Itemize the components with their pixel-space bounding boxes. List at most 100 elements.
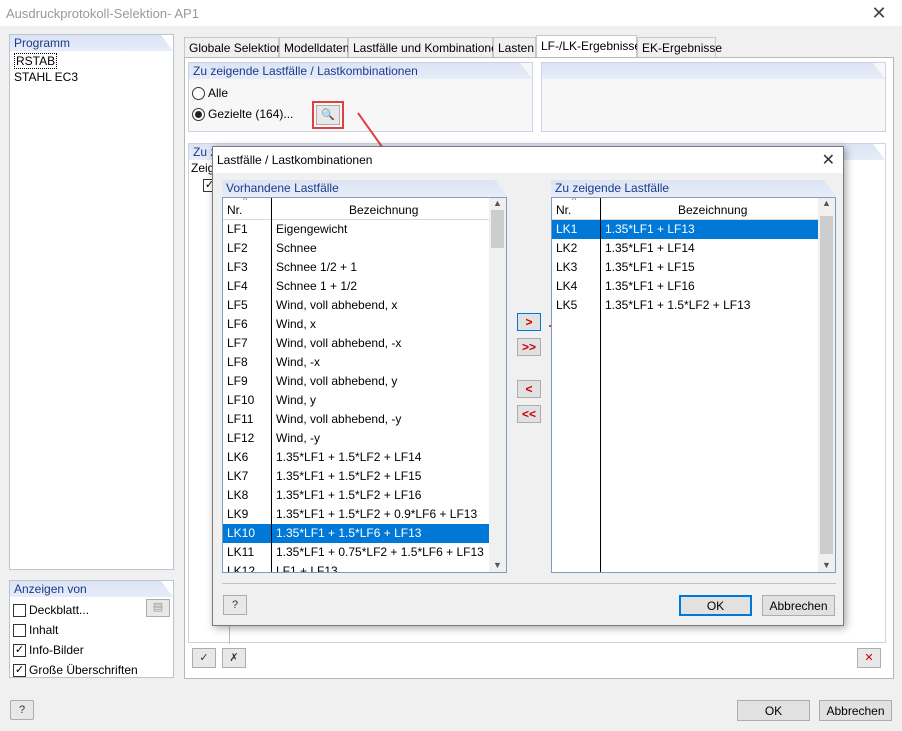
list-row[interactable]: LF5 Wind, voll abhebend, x [223, 296, 506, 315]
row-nr: LF3 [227, 260, 248, 274]
move-all-left-button[interactable]: << [517, 405, 541, 423]
list-row[interactable]: LF3 Schnee 1/2 + 1 [223, 258, 506, 277]
tab-modelldaten[interactable]: Modelldaten [279, 37, 349, 57]
checkbox-checked[interactable]: ✓ [13, 644, 26, 658]
radio-selected-circle[interactable] [192, 108, 205, 122]
uncheck-all-icon[interactable]: ✗ [222, 648, 246, 668]
checkbox-checked[interactable]: ✓ [13, 664, 26, 678]
scroll-down-icon[interactable]: ▼ [489, 560, 506, 570]
program-item[interactable]: RSTAB [14, 53, 169, 69]
radio-all-circle[interactable] [192, 87, 205, 101]
show-from-item[interactable]: ✓ Info-Bilder [10, 640, 173, 660]
move-right-button[interactable]: > [517, 313, 541, 331]
list-row[interactable]: LK7 1.35*LF1 + 1.5*LF2 + LF15 [223, 467, 506, 486]
shown-scrollbar[interactable]: ▲ ▼ [818, 198, 835, 572]
shown-col-nr[interactable]: Nr. [556, 203, 571, 217]
radio-all[interactable]: Alle [192, 86, 228, 101]
row-nr: LF6 [227, 317, 248, 331]
move-left-button[interactable]: < [517, 380, 541, 398]
right-empty-header [542, 63, 885, 79]
checkbox[interactable] [13, 604, 26, 618]
list-row[interactable]: LK8 1.35*LF1 + 1.5*LF2 + LF16 [223, 486, 506, 505]
cancel-button[interactable]: Abbrechen [819, 700, 892, 721]
tab-globale-selektion[interactable]: Globale Selektion [184, 37, 283, 57]
program-item[interactable]: STAHL EC3 [14, 69, 169, 85]
list-row[interactable]: LF6 Wind, x [223, 315, 506, 334]
scroll-thumb[interactable] [491, 210, 504, 248]
row-nr: LF9 [227, 374, 248, 388]
list-row[interactable]: LK1 1.35*LF1 + LF13 [552, 220, 818, 239]
radio-selected[interactable]: Gezielte (164)... [192, 107, 294, 122]
list-row[interactable]: LF8 Wind, -x [223, 353, 506, 372]
list-row[interactable]: LF2 Schnee [223, 239, 506, 258]
scroll-up-icon[interactable]: ▲ [489, 198, 506, 208]
dialog-ok-button[interactable]: OK [679, 595, 752, 616]
list-row[interactable]: LK9 1.35*LF1 + 1.5*LF2 + 0.9*LF6 + LF13 [223, 505, 506, 524]
dialog-close-icon[interactable]: ✕ [822, 150, 835, 170]
row-desc: Schnee [276, 241, 317, 255]
row-desc: 1.35*LF1 + 1.5*LF2 + LF16 [276, 488, 422, 502]
list-row[interactable]: LF10 Wind, y [223, 391, 506, 410]
list-row[interactable]: LF7 Wind, voll abhebend, -x [223, 334, 506, 353]
col-desc[interactable]: Bezeichnung [349, 203, 418, 217]
dialog-cancel-button[interactable]: Abbrechen [762, 595, 835, 616]
shown-scroll-down-icon[interactable]: ▼ [818, 560, 835, 570]
list-row[interactable]: LK2 1.35*LF1 + LF14 [552, 239, 835, 258]
list-row[interactable]: LK5 1.35*LF1 + 1.5*LF2 + LF13 [552, 296, 835, 315]
row-nr: LK10 [227, 526, 256, 540]
row-desc: Schnee 1 + 1/2 [276, 279, 358, 293]
help-icon[interactable]: ? [10, 700, 34, 720]
shown-col-desc[interactable]: Bezeichnung [678, 203, 747, 217]
available-header: Vorhandene Lastfälle [222, 180, 507, 196]
ok-button[interactable]: OK [737, 700, 810, 721]
delete-icon[interactable]: ✕ [857, 648, 881, 668]
list-row[interactable]: LF4 Schnee 1 + 1/2 [223, 277, 506, 296]
list-row[interactable]: LK4 1.35*LF1 + LF16 [552, 277, 835, 296]
row-desc: 1.35*LF1 + 0.75*LF2 + 1.5*LF6 + LF13 [276, 545, 484, 559]
program-header: Programm [10, 35, 173, 51]
shown-sort-icon: ^ [572, 197, 577, 205]
row-nr: LF11 [227, 412, 254, 426]
available-list[interactable]: Nr. ^ Bezeichnung LF1 Eigengewicht LF2 Schn… [222, 197, 507, 573]
move-all-right-button[interactable]: >> [517, 338, 541, 356]
list-row[interactable]: LK12 LF1 + LF13 [223, 562, 506, 572]
check-all-icon[interactable]: ✓ [192, 648, 216, 668]
tab-lastf-lle-und-kombinationen[interactable]: Lastfälle und Kombinationen [348, 37, 504, 57]
dialog-help-icon[interactable]: ? [223, 595, 247, 615]
row-desc: 1.35*LF1 + 1.5*LF6 + LF13 [276, 526, 422, 540]
row-nr: LK2 [556, 241, 578, 255]
list-row[interactable]: LF12 Wind, -y [223, 429, 506, 448]
shown-list[interactable]: Nr. ^ Bezeichnung LK1 1.35*LF1 + LF13 LK2 1… [551, 197, 836, 573]
shown-list-header: Nr. ^ Bezeichnung [552, 198, 835, 220]
list-row[interactable]: LF11 Wind, voll abhebend, -y [223, 410, 506, 429]
list-row[interactable]: LK10 1.35*LF1 + 1.5*LF6 + LF13 [223, 524, 489, 543]
row-desc: 1.35*LF1 + 1.5*LF2 + LF13 [605, 298, 751, 312]
dialog-title: Lastfälle / Lastkombinationen [217, 153, 373, 167]
show-from-panel: Anzeigen von Deckblatt... Inhalt ✓ Info-Bil… [9, 580, 174, 678]
close-icon[interactable]: ✕ [864, 2, 894, 24]
tab-lf-lk-ergebnisse[interactable]: LF-/LK-Ergebnisse [536, 35, 641, 58]
available-scrollbar[interactable]: ▲ ▼ [489, 198, 506, 572]
list-row[interactable]: LK6 1.35*LF1 + 1.5*LF2 + LF14 [223, 448, 506, 467]
row-desc: 1.35*LF1 + LF15 [605, 260, 695, 274]
sort-icon: ^ [243, 197, 248, 205]
show-from-item[interactable]: ✓ Große Überschriften [10, 660, 173, 680]
show-from-item[interactable]: Inhalt [10, 620, 173, 640]
select-loadcases-icon[interactable]: 🔍 [316, 105, 340, 125]
list-row[interactable]: LK3 1.35*LF1 + LF15 [552, 258, 835, 277]
row-nr: LF8 [227, 355, 248, 369]
radio-selected-label: Gezielte (164)... [208, 107, 294, 121]
loadcase-group-header: Zu zeigende Lastfälle / Lastkombinatione… [189, 63, 532, 79]
shown-scroll-thumb[interactable] [820, 216, 833, 554]
list-row[interactable]: LF9 Wind, voll abhebend, y [223, 372, 506, 391]
program-list: RSTAB STAHL EC3 [10, 51, 173, 87]
tab-lasten[interactable]: Lasten [493, 37, 536, 57]
col-nr[interactable]: Nr. [227, 203, 242, 217]
cover-settings-icon[interactable]: ▤ [146, 599, 170, 617]
checkbox[interactable] [13, 624, 26, 638]
tab-ek-ergebnisse[interactable]: EK-Ergebnisse [637, 37, 722, 57]
list-row[interactable]: LF1 Eigengewicht [223, 220, 506, 239]
shown-scroll-up-icon[interactable]: ▲ [818, 198, 835, 208]
available-list-header: Nr. ^ Bezeichnung [223, 198, 506, 220]
list-row[interactable]: LK11 1.35*LF1 + 0.75*LF2 + 1.5*LF6 + LF13 [223, 543, 506, 562]
